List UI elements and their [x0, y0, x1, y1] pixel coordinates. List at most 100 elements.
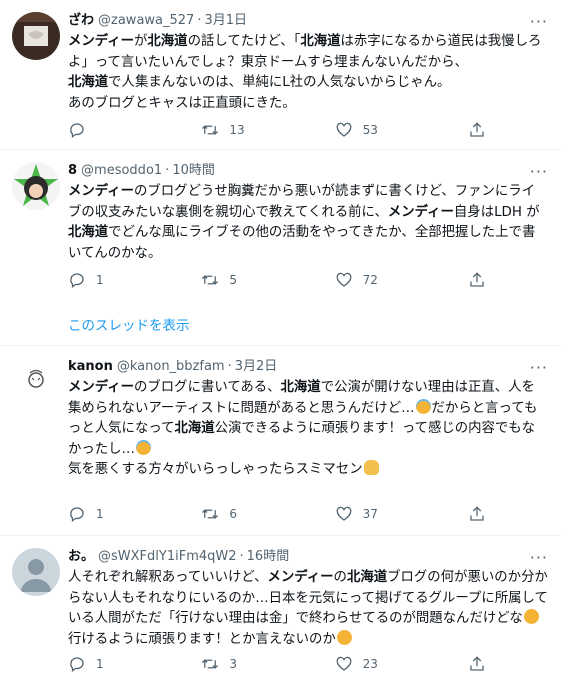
tweet[interactable]: 8 @mesoddo1 · 10時間 メンディーのブログどうせ胸糞だから悪いが読… — [0, 150, 562, 346]
retweet-button[interactable]: 13 — [201, 121, 291, 139]
action-bar: 13 53 — [68, 120, 488, 140]
reply-button[interactable]: 1 — [68, 505, 158, 523]
heart-icon — [336, 272, 352, 287]
tweet-paragraph: メンディーのブログどうせ胸糞だから悪いが読まずに書くけど、ファンにライブの収支み… — [68, 182, 548, 264]
share-button[interactable] — [468, 655, 488, 673]
heart-icon — [336, 506, 352, 521]
reply-count: 1 — [96, 273, 104, 287]
like-button[interactable]: 23 — [335, 655, 425, 673]
display-name[interactable]: お。 — [68, 548, 94, 566]
retweet-icon — [202, 659, 219, 669]
tweet-header: ざわ @zawawa_527 · 3月1日 — [68, 12, 548, 30]
share-button[interactable] — [468, 271, 488, 289]
text-segment: あのブログとキャスは正直頭にきた。 — [68, 95, 296, 111]
text-segment: 気を悪くする方々がいらっしゃったらスミマセン — [68, 462, 363, 478]
tweet-header: お。 @sWXFdlY1iFm4qW2 · 16時間 — [68, 548, 548, 566]
text-segment: のブログに書いてある、 — [134, 380, 281, 395]
highlighted-keyword: メンディー — [68, 184, 135, 199]
like-count: 23 — [362, 657, 378, 671]
reply-button[interactable]: 1 — [68, 271, 158, 289]
tweet-header: 8 @mesoddo1 · 10時間 — [68, 162, 548, 180]
text-segment: で人集まんないのは、単純にL社の人気ないからじゃん。 — [108, 75, 451, 91]
text-segment: の話してたけど、「 — [187, 34, 301, 49]
reply-icon — [70, 273, 84, 289]
tweet[interactable]: お。 @sWXFdlY1iFm4qW2 · 16時間 人それぞれ解釈あっていいけ… — [0, 536, 562, 695]
highlighted-keyword: 北海道 — [346, 570, 388, 585]
retweet-icon — [202, 509, 219, 519]
highlighted-keyword: メンディー — [68, 380, 135, 395]
user-handle[interactable]: @sWXFdlY1iFm4qW2 — [98, 548, 237, 566]
display-name[interactable]: kanon — [68, 358, 113, 376]
retweet-count: 5 — [229, 273, 237, 287]
reply-icon — [70, 123, 84, 139]
separator-dot: · — [165, 163, 170, 178]
timestamp[interactable]: 3月2日 — [235, 358, 278, 376]
retweet-count: 13 — [229, 123, 245, 137]
avatar[interactable] — [12, 548, 60, 596]
tweet-paragraph: 人それぞれ解釈あっていいけど、メンディーの北海道ブログの何が悪いのか分からない人… — [68, 568, 548, 650]
tweet[interactable]: kanon @kanon_bbzfam · 3月2日 メンディーのブログに書いて… — [0, 346, 562, 536]
tweet[interactable]: ざわ @zawawa_527 · 3月1日 メンディーが北海道の話してたけど、「… — [0, 0, 562, 150]
tweet-text: メンディーが北海道の話してたけど、「北海道は赤字になるから道民は我慢しろよ」って… — [68, 32, 548, 114]
share-icon — [470, 272, 484, 287]
like-button[interactable]: 53 — [335, 121, 425, 139]
heart-icon — [336, 656, 352, 671]
retweet-icon — [202, 125, 219, 135]
separator-dot: · — [239, 549, 244, 564]
reply-count: 1 — [96, 507, 104, 521]
share-button[interactable] — [468, 505, 488, 523]
more-options-icon[interactable]: ··· — [530, 360, 548, 376]
avatar[interactable] — [12, 162, 60, 210]
timestamp[interactable]: 10時間 — [172, 162, 215, 180]
user-handle[interactable]: @kanon_bbzfam — [117, 358, 225, 376]
reply-count: 1 — [96, 657, 104, 671]
emoji-face-icon — [415, 398, 431, 414]
more-options-icon[interactable]: ··· — [530, 550, 548, 566]
tweet-text: メンディーのブログに書いてある、北海道で公演が開けない理由は正直、人を集められな… — [68, 378, 548, 481]
like-count: 37 — [362, 507, 378, 521]
share-button[interactable] — [468, 121, 488, 139]
share-icon — [470, 506, 484, 521]
more-options-icon[interactable]: ··· — [530, 164, 548, 180]
highlighted-keyword: 北海道 — [174, 421, 215, 437]
highlighted-keyword: メンディー — [387, 204, 454, 220]
tweet-text: メンディーのブログどうせ胸糞だから悪いが読まずに書くけど、ファンにライブの収支み… — [68, 182, 548, 264]
like-button[interactable]: 72 — [335, 271, 425, 289]
emoji-face-icon — [135, 439, 151, 455]
reply-button[interactable] — [68, 121, 158, 139]
display-name[interactable]: 8 — [68, 162, 77, 180]
highlighted-keyword: 北海道 — [280, 380, 321, 395]
text-segment: 自身はLDH が — [453, 204, 540, 220]
retweet-button[interactable]: 6 — [201, 505, 291, 523]
share-icon — [470, 656, 484, 671]
timestamp[interactable]: 16時間 — [247, 548, 290, 566]
user-handle[interactable]: @mesoddo1 — [81, 162, 162, 180]
highlighted-keyword: 北海道 — [68, 225, 109, 241]
show-thread-link[interactable]: このスレッドを表示 — [68, 314, 190, 334]
emoji-person-icon — [363, 460, 379, 476]
text-segment: でどんな風にライブその他の活動をやってきたか、全部把握した上で書いてんのかな。 — [68, 225, 536, 261]
tweet-text: 人それぞれ解釈あっていいけど、メンディーの北海道ブログの何が悪いのか分からない人… — [68, 568, 548, 650]
highlighted-keyword: 北海道 — [147, 34, 188, 49]
user-handle[interactable]: @zawawa_527 — [98, 12, 194, 30]
text-segment: の — [333, 570, 347, 585]
avatar[interactable] — [12, 358, 60, 406]
tweet-paragraph: あのブログとキャスは正直頭にきた。 — [68, 94, 548, 115]
more-options-icon[interactable]: ··· — [530, 14, 548, 30]
avatar[interactable] — [12, 12, 60, 60]
text-segment: が — [134, 34, 148, 49]
highlighted-keyword: 北海道 — [300, 34, 341, 49]
retweet-icon — [202, 275, 219, 285]
display-name[interactable]: ざわ — [68, 12, 94, 30]
like-count: 72 — [362, 273, 378, 287]
retweet-button[interactable]: 5 — [201, 271, 291, 289]
reply-button[interactable]: 1 — [68, 655, 158, 673]
timestamp[interactable]: 3月1日 — [204, 12, 247, 30]
highlighted-keyword: メンディー — [68, 34, 135, 49]
retweet-count: 6 — [229, 507, 237, 521]
reply-icon — [70, 657, 84, 673]
highlighted-keyword: メンディー — [267, 570, 334, 585]
retweet-button[interactable]: 3 — [201, 655, 291, 673]
separator-dot: · — [227, 359, 232, 374]
like-button[interactable]: 37 — [335, 505, 425, 523]
